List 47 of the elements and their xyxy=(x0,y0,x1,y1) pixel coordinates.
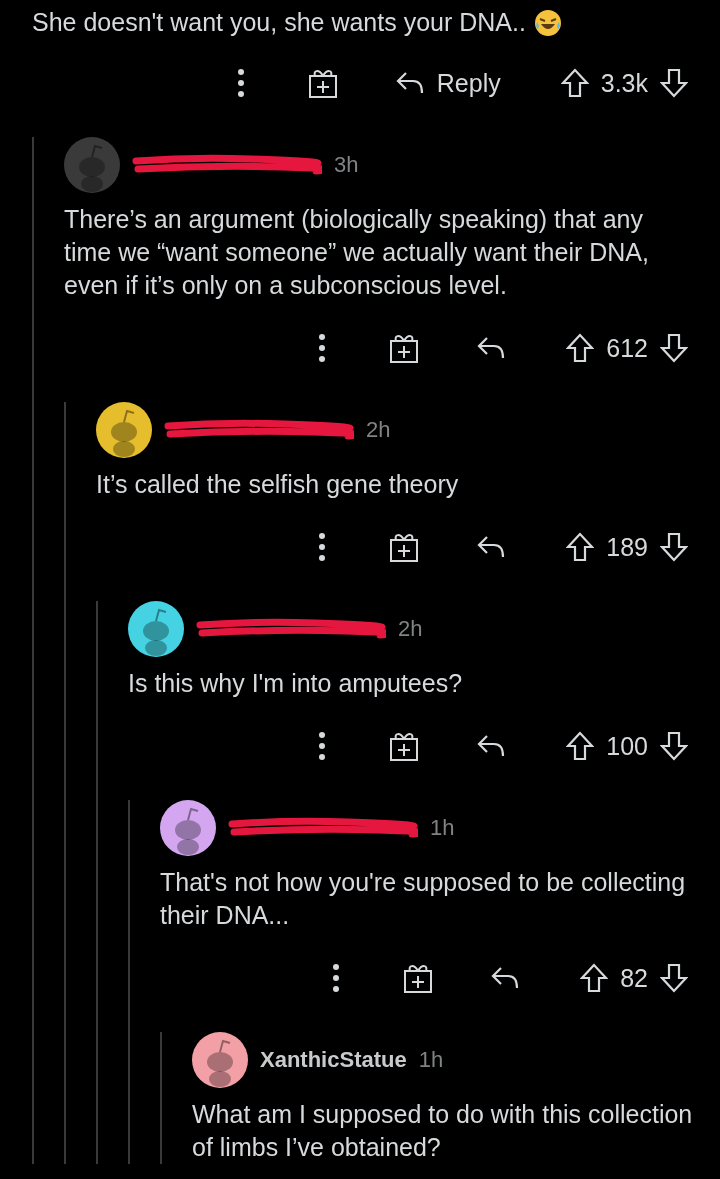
award-button[interactable] xyxy=(388,730,421,762)
more-button[interactable] xyxy=(236,68,245,98)
timestamp: 2h xyxy=(398,616,423,642)
reply-icon xyxy=(490,965,521,991)
comment-text: What am I supposed to do with this collection of limbs I’ve obtained? xyxy=(192,1099,694,1163)
vote-count: 82 xyxy=(620,963,648,993)
username[interactable]: XanthicStatue xyxy=(260,1047,407,1073)
downvote-icon[interactable] xyxy=(660,68,688,98)
upvote-icon[interactable] xyxy=(566,731,595,761)
reply-button[interactable] xyxy=(476,733,507,759)
downvote-icon[interactable] xyxy=(660,532,688,562)
comment-text: It’s called the selfish gene theory xyxy=(96,469,460,500)
reply-button[interactable]: Reply xyxy=(394,68,501,98)
comment-text: Is this why I'm into amputees? xyxy=(128,668,464,699)
downvote-icon[interactable] xyxy=(660,333,688,363)
timestamp: 3h xyxy=(334,152,359,178)
reply-button[interactable] xyxy=(490,965,521,991)
upvote-icon[interactable] xyxy=(560,68,589,98)
vote-count: 3.3k xyxy=(600,68,648,98)
reply-button[interactable] xyxy=(476,534,507,560)
reply-button[interactable] xyxy=(476,335,507,361)
comment-text: She doesn't want you, she wants your DNA.. xyxy=(32,8,526,37)
more-button[interactable] xyxy=(332,963,341,993)
upvote-icon[interactable] xyxy=(566,333,595,363)
comment-text: That's not how you're supposed to be collecting their DNA... xyxy=(160,867,687,931)
more-button[interactable] xyxy=(318,532,327,562)
reply-icon xyxy=(476,534,507,560)
vote-count: 100 xyxy=(606,731,648,761)
downvote-icon[interactable] xyxy=(660,963,688,993)
reply-icon xyxy=(476,335,507,361)
upvote-icon[interactable] xyxy=(566,532,595,562)
more-button[interactable] xyxy=(318,333,327,363)
vote-count: 612 xyxy=(606,333,648,363)
more-button[interactable] xyxy=(318,731,327,761)
timestamp: 1h xyxy=(418,1047,444,1073)
reply-icon xyxy=(394,70,425,96)
award-button[interactable] xyxy=(306,67,339,99)
reply-icon xyxy=(476,733,507,759)
vote-count: 189 xyxy=(606,532,648,562)
upvote-icon[interactable] xyxy=(580,963,609,993)
timestamp: 2h xyxy=(366,417,391,443)
award-button[interactable] xyxy=(388,332,421,364)
comment-text: There’s an argument (biologically speaking) that any time we “want someone” we actually want their DNA, even if it’s only on a subconscious level. xyxy=(64,204,650,301)
award-button[interactable] xyxy=(388,531,421,563)
downvote-icon[interactable] xyxy=(660,731,688,761)
timestamp: 1h xyxy=(430,815,455,841)
award-button[interactable] xyxy=(402,962,435,994)
